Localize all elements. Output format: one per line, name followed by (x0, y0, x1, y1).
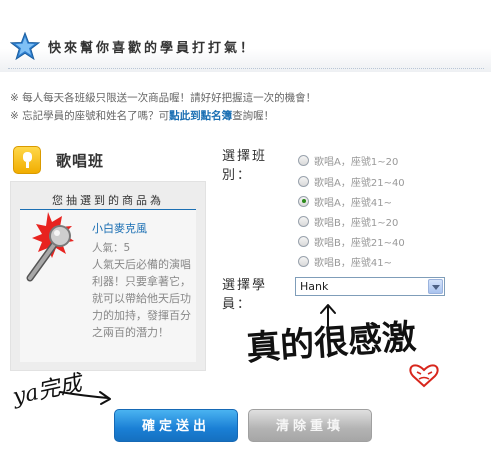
microphone-badge-icon (13, 146, 41, 174)
class-option-label: 歌唱B，座號41~ (314, 257, 392, 269)
class-select-label: 選擇班別： (222, 149, 268, 183)
header-divider (8, 68, 484, 69)
radio-button[interactable] (298, 154, 309, 166)
radio-button-checked[interactable] (298, 195, 309, 207)
page-title: 快來幫你喜歡的學員打打氣！ (48, 41, 257, 56)
notice-forgot-seat: ※ 忘記學員的座號和姓名了嗎？可點此到點名簿查詢喔！ (10, 108, 274, 123)
roll-call-link[interactable]: 點此到點名簿 (169, 110, 232, 122)
radio-button[interactable] (298, 175, 309, 187)
notice-daily-limit: ※ 每人每天各班級只限送一次商品喔！請好好把握這一次的機會！ (10, 92, 317, 104)
microphone-icon (26, 212, 74, 282)
handwriting-done: ya完成 (10, 370, 84, 410)
class-option-a-1-20[interactable]: 歌唱A，座號1~20 (298, 152, 398, 168)
class-option-b-21-40[interactable]: 歌唱B，座號21~40 (298, 233, 405, 249)
chevron-down-icon[interactable] (428, 279, 443, 294)
notice-forgot-suffix: 查詢喔！ (232, 110, 275, 122)
class-option-a-21-40[interactable]: 歌唱A，座號21~40 (298, 173, 405, 189)
class-option-a-41[interactable]: 歌唱A，座號41~ (298, 193, 392, 209)
submit-button[interactable]: 確定送出 (114, 409, 238, 442)
student-select[interactable]: Hank (295, 277, 445, 296)
reset-button[interactable]: 清除重填 (248, 409, 372, 442)
student-select-label: 選擇學員： (222, 278, 268, 312)
product-description: 人氣天后必備的演唱利器！只要拿著它，就可以帶給他天后功力的加持，發揮百分之兩百的… (92, 258, 191, 339)
prize-heading: 您抽選到的商品為 (20, 190, 196, 210)
radio-button[interactable] (298, 255, 309, 267)
class-option-label: 歌唱B，座號21~40 (314, 237, 405, 249)
class-option-label: 歌唱B，座號1~20 (314, 217, 399, 229)
popularity-count: 人氣：5 (92, 242, 131, 254)
star-icon (10, 32, 40, 60)
class-option-b-1-20[interactable]: 歌唱B，座號1~20 (298, 213, 398, 229)
radio-button[interactable] (298, 215, 309, 227)
class-title: 歌唱班 (56, 152, 105, 170)
handwriting-thanks: 真的很感激 (245, 317, 418, 369)
class-option-label: 歌唱A，座號21~40 (314, 177, 405, 189)
product-name: 小白麥克風 (92, 222, 147, 235)
class-option-label: 歌唱A，座號1~20 (314, 156, 399, 168)
radio-button[interactable] (298, 235, 309, 247)
student-select-value: Hank (300, 280, 329, 293)
notice-forgot-text: ※ 忘記學員的座號和姓名了嗎？可 (10, 110, 170, 122)
class-option-b-41[interactable]: 歌唱B，座號41~ (298, 253, 392, 269)
class-option-label: 歌唱A，座號41~ (314, 197, 392, 209)
heart-icon (409, 364, 439, 388)
